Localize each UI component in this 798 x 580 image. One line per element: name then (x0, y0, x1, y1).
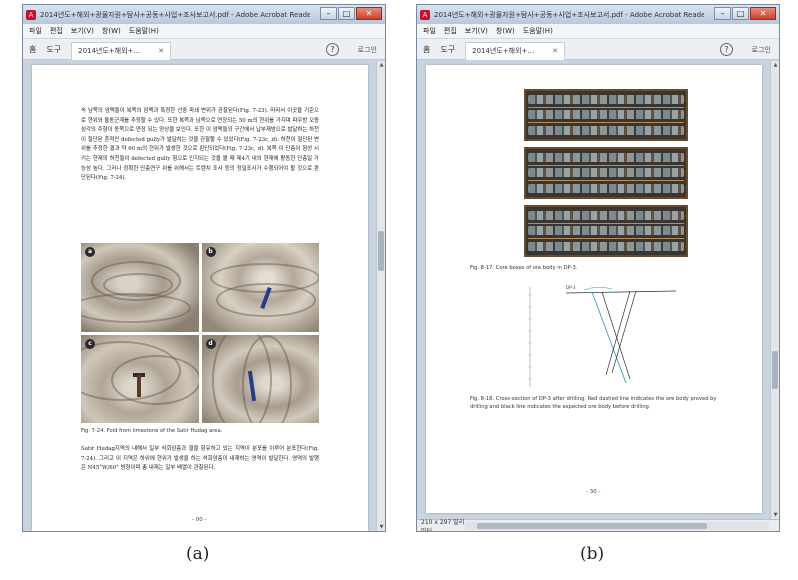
status-bar: 210 x 297 밀리미터 (417, 519, 779, 531)
photo-label-c: c (85, 338, 95, 349)
close-tab-icon[interactable]: ✕ (158, 47, 164, 55)
scroll-thumb[interactable] (378, 231, 384, 271)
document-page: Fig. 8-17. Core boxes of ore body in DP-… (426, 65, 762, 513)
acrobat-icon: A (420, 9, 430, 20)
figure-caption: Fig. 7-24. Fold from limestone of the Sa… (81, 428, 223, 434)
section-label: DP-3 (566, 285, 576, 290)
reader-window-a: A 2014년도+해외+광물자원+탐사+공동+사업+조사보고서.pdf - Ad… (22, 4, 386, 532)
page-size-readout: 210 x 297 밀리미터 (421, 518, 465, 532)
menu-file[interactable]: 파일 (29, 26, 42, 36)
scroll-down-icon[interactable]: ▼ (771, 511, 779, 519)
window-title: 2014년도+해외+광물자원+탐사+공동+사업+조사보고서.pdf - Adob… (434, 10, 704, 19)
figure-photo-grid: a b c d (81, 243, 319, 423)
menu-window[interactable]: 창(W) (102, 26, 121, 36)
figure-caption-core: Fig. 8-17. Core boxes of ore body in DP-… (470, 265, 578, 271)
login-link[interactable]: 로그인 (358, 45, 377, 55)
help-icon[interactable]: ? (720, 43, 733, 56)
menu-bar: 파일 편집 보기(V) 창(W) 도움말(H) (417, 24, 779, 39)
document-viewport[interactable]: 속 남쪽의 암맥들이 복쪽의 암맥과 특정한 선중 파쇄 변위가 관찰된다(Fi… (23, 61, 376, 531)
core-box-3 (524, 205, 688, 257)
scroll-down-icon[interactable]: ▼ (377, 523, 385, 531)
scroll-thumb[interactable] (772, 351, 778, 389)
maximize-button[interactable]: □ (338, 7, 355, 20)
page-number: - 30 - (586, 489, 601, 495)
photo-label-b: b (205, 247, 216, 257)
document-tab[interactable]: 2014년도+해외+... ✕ (71, 41, 172, 60)
cross-section-diagram: DP-3 (528, 285, 677, 387)
tools-tab[interactable]: 도구 (440, 44, 455, 55)
toolbar: 홈 도구 2014년도+해외+... ✕ ? 로그인 (417, 39, 779, 60)
login-link[interactable]: 로그인 (752, 45, 771, 55)
minimize-button[interactable]: – (714, 7, 731, 20)
menu-edit[interactable]: 편집 (444, 26, 457, 36)
home-tab[interactable]: 홈 (423, 44, 430, 55)
outcrop-photo-c: c (81, 334, 199, 423)
scroll-up-icon[interactable]: ▲ (771, 61, 779, 69)
home-tab[interactable]: 홈 (29, 44, 36, 55)
close-button[interactable]: ✕ (356, 7, 382, 20)
document-tab[interactable]: 2014년도+해외+... ✕ (465, 41, 566, 60)
figure-caption-section: Fig. 8-18. Cross-section of DP-3 after d… (470, 396, 717, 410)
body-paragraph-2: Satir Hudag지역의 내해서 일부 석회암층과 결을 함유하고 있는 지… (81, 446, 319, 472)
sub-caption-a: (a) (186, 544, 210, 564)
maximize-button[interactable]: □ (732, 7, 749, 20)
core-box-1 (524, 89, 688, 141)
core-box-2 (524, 147, 688, 199)
horizontal-scroll-thumb[interactable] (477, 522, 707, 529)
document-page: 속 남쪽의 암맥들이 복쪽의 암맥과 특정한 선중 파쇄 변위가 관찰된다(Fi… (32, 65, 368, 531)
menu-edit[interactable]: 편집 (50, 26, 63, 36)
document-viewport[interactable]: Fig. 8-17. Core boxes of ore body in DP-… (417, 61, 770, 519)
minimize-button[interactable]: – (320, 7, 337, 20)
tools-tab[interactable]: 도구 (46, 44, 61, 55)
scroll-up-icon[interactable]: ▲ (377, 61, 385, 69)
title-bar: A 2014년도+해외+광물자원+탐사+공동+사업+조사보고서.pdf - Ad… (23, 5, 385, 24)
menu-view[interactable]: 보기(V) (465, 26, 488, 36)
menu-file[interactable]: 파일 (423, 26, 436, 36)
acrobat-icon: A (26, 9, 36, 20)
title-bar: A 2014년도+해외+광물자원+탐사+공동+사업+조사보고서.pdf - Ad… (417, 5, 779, 24)
sub-caption-b: (b) (580, 544, 605, 564)
menu-help[interactable]: 도움말(H) (523, 26, 553, 36)
menu-window[interactable]: 창(W) (496, 26, 515, 36)
vertical-scrollbar[interactable]: ▲ ▼ (770, 61, 779, 519)
outcrop-photo-d: d (201, 334, 319, 423)
menu-view[interactable]: 보기(V) (71, 26, 94, 36)
menu-help[interactable]: 도움말(H) (129, 26, 159, 36)
photo-label-d: d (205, 338, 216, 349)
window-title: 2014년도+해외+광물자원+탐사+공동+사업+조사보고서.pdf - Adob… (40, 10, 310, 19)
toolbar: 홈 도구 2014년도+해외+... ✕ ? 로그인 (23, 39, 385, 60)
photo-label-a: a (85, 247, 95, 257)
document-tab-label: 2014년도+해외+... (472, 47, 535, 55)
outcrop-photo-b: b (201, 243, 319, 332)
close-button[interactable]: ✕ (750, 7, 776, 20)
menu-bar: 파일 편집 보기(V) 창(W) 도움말(H) (23, 24, 385, 39)
document-tab-label: 2014년도+해외+... (78, 47, 141, 55)
reader-window-b: A 2014년도+해외+광물자원+탐사+공동+사업+조사보고서.pdf - Ad… (416, 4, 780, 532)
page-number: - 00 - (192, 517, 207, 523)
vertical-scrollbar[interactable]: ▲ ▼ (376, 61, 385, 531)
help-icon[interactable]: ? (326, 43, 339, 56)
close-tab-icon[interactable]: ✕ (552, 47, 558, 55)
horizontal-scrollbar[interactable] (465, 521, 769, 530)
outcrop-photo-a: a (81, 243, 199, 332)
body-paragraph: 속 남쪽의 암맥들이 복쪽의 암맥과 특정한 선중 파쇄 변위가 관찰된다(Fi… (81, 108, 319, 182)
